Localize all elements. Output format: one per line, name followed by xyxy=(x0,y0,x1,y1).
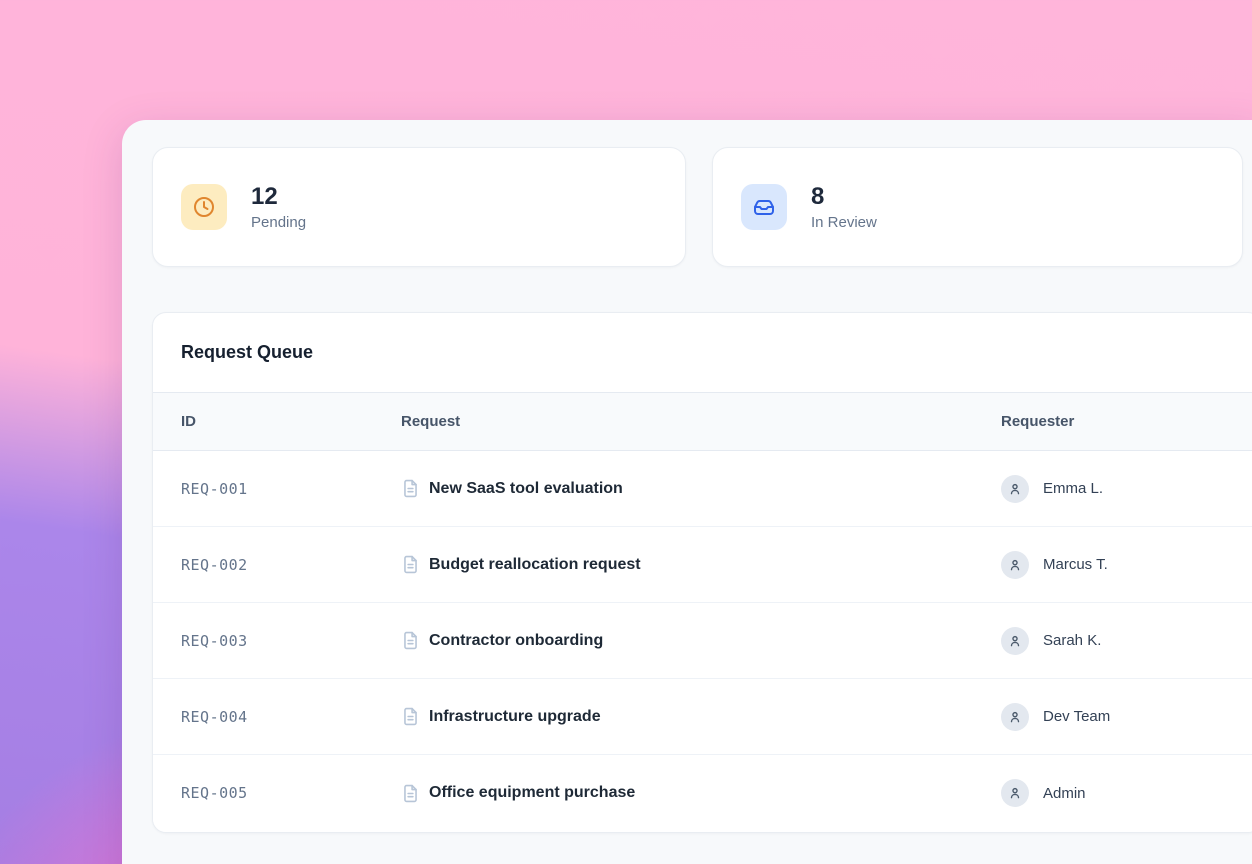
avatar xyxy=(1001,627,1029,655)
pending-count: 12 xyxy=(251,183,306,211)
document-icon xyxy=(401,784,420,803)
request-id: REQ-005 xyxy=(181,784,401,802)
document-icon xyxy=(401,479,420,498)
in-review-count: 8 xyxy=(811,183,877,211)
table-row[interactable]: REQ-004 Infrastructure upgrade xyxy=(153,679,1252,755)
main-panel: 12 Pending 8 In Review Request Queue xyxy=(122,120,1252,864)
table-title-bar: Request Queue xyxy=(153,313,1252,393)
requester-name: Admin xyxy=(1043,785,1086,802)
col-header-id: ID xyxy=(181,413,401,430)
requester-name: Marcus T. xyxy=(1043,556,1108,573)
request-title: Office equipment purchase xyxy=(429,784,635,802)
request-id: REQ-001 xyxy=(181,480,401,498)
requester-name: Dev Team xyxy=(1043,708,1110,725)
avatar xyxy=(1001,703,1029,731)
document-icon xyxy=(401,555,420,574)
stat-card-pending: 12 Pending xyxy=(152,147,686,267)
in-review-icon-box xyxy=(741,184,787,230)
pending-label: Pending xyxy=(251,214,306,231)
table-row[interactable]: REQ-002 Budget reallocation request xyxy=(153,527,1252,603)
request-title: Contractor onboarding xyxy=(429,632,603,650)
requester-name: Sarah K. xyxy=(1043,632,1101,649)
avatar xyxy=(1001,475,1029,503)
table-row[interactable]: REQ-001 New SaaS tool evaluation xyxy=(153,451,1252,527)
col-header-requester: Requester xyxy=(1001,413,1252,430)
avatar xyxy=(1001,779,1029,807)
clock-icon xyxy=(192,195,216,219)
pending-icon-box xyxy=(181,184,227,230)
avatar xyxy=(1001,551,1029,579)
request-title: Infrastructure upgrade xyxy=(429,708,601,726)
inbox-icon xyxy=(752,195,776,219)
table-row[interactable]: REQ-005 Office equipment purchase xyxy=(153,755,1252,831)
table-title: Request Queue xyxy=(181,342,313,363)
stats-row: 12 Pending 8 In Review xyxy=(152,147,1243,267)
request-title: Budget reallocation request xyxy=(429,556,641,574)
in-review-label: In Review xyxy=(811,214,877,231)
stat-card-in-review: 8 In Review xyxy=(712,147,1243,267)
col-header-request: Request xyxy=(401,413,1001,430)
request-id: REQ-003 xyxy=(181,632,401,650)
request-title: New SaaS tool evaluation xyxy=(429,480,623,498)
requester-name: Emma L. xyxy=(1043,480,1103,497)
table-header-row: ID Request Requester xyxy=(153,393,1252,451)
document-icon xyxy=(401,707,420,726)
table-row[interactable]: REQ-003 Contractor onboarding S xyxy=(153,603,1252,679)
request-queue-card: Request Queue ID Request Requester REQ-0… xyxy=(152,312,1252,833)
request-id: REQ-002 xyxy=(181,556,401,574)
document-icon xyxy=(401,631,420,650)
request-id: REQ-004 xyxy=(181,708,401,726)
